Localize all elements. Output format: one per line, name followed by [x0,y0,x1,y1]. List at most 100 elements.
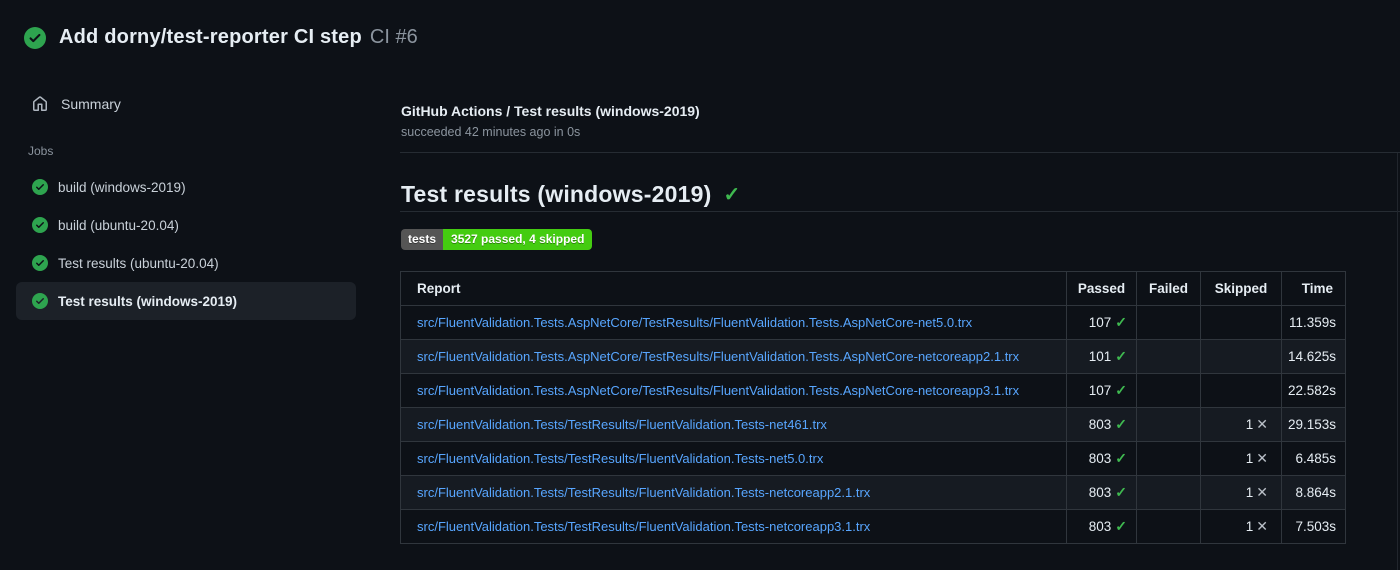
failed-cell [1136,305,1201,340]
report-link[interactable]: src/FluentValidation.Tests/TestResults/F… [417,519,870,534]
tests-badge: tests 3527 passed, 4 skipped [401,229,593,250]
check-run-title: GitHub Actions / Test results (windows-2… [401,103,700,119]
table-header-row: Report Passed Failed Skipped Time [400,271,1346,306]
passed-cell: 803 ✓ [1066,407,1137,442]
cross-icon: ✕ [1256,484,1268,500]
check-icon: ✓ [1115,382,1127,398]
cross-icon: ✕ [1256,416,1268,432]
column-header-skipped: Skipped [1200,271,1282,306]
sidebar-jobs-header: Jobs [28,144,54,158]
time-cell: 29.153s [1281,407,1346,442]
sidebar-job-item[interactable]: Test results (ubuntu-20.04) [16,244,356,282]
report-link[interactable]: src/FluentValidation.Tests.AspNetCore/Te… [417,315,972,330]
cross-icon: ✕ [1256,518,1268,534]
check-icon: ✓ [1115,348,1127,364]
sidebar-job-label: build (windows-2019) [58,179,186,195]
check-icon: ✓ [1115,314,1127,330]
check-circle-icon [32,255,48,271]
check-circle-icon [24,26,46,49]
sidebar-job-label: Test results (ubuntu-20.04) [58,255,219,271]
report-cell: src/FluentValidation.Tests/TestResults/F… [400,441,1067,476]
report-link[interactable]: src/FluentValidation.Tests/TestResults/F… [417,451,823,466]
time-cell: 7.503s [1281,509,1346,544]
column-header-failed: Failed [1136,271,1201,306]
check-icon: ✓ [1115,450,1127,466]
check-icon: ✓ [1115,518,1127,534]
report-link[interactable]: src/FluentValidation.Tests/TestResults/F… [417,485,870,500]
test-results-table: Report Passed Failed Skipped Time src/Fl… [400,271,1346,544]
skipped-cell: 1 ✕ [1200,509,1282,544]
column-header-passed: Passed [1066,271,1137,306]
table-row: src/FluentValidation.Tests/TestResults/F… [400,475,1346,510]
column-header-time: Time [1281,271,1346,306]
sidebar-job-label: build (ubuntu-20.04) [58,217,179,233]
report-cell: src/FluentValidation.Tests.AspNetCore/Te… [400,339,1067,374]
time-cell: 11.359s [1281,305,1346,340]
table-row: src/FluentValidation.Tests.AspNetCore/Te… [400,373,1346,408]
divider [400,152,1400,153]
failed-cell [1136,441,1201,476]
divider [400,211,1400,212]
table-row: src/FluentValidation.Tests/TestResults/F… [400,509,1346,544]
check-icon: ✓ [1115,484,1127,500]
time-cell: 22.582s [1281,373,1346,408]
report-link[interactable]: src/FluentValidation.Tests.AspNetCore/Te… [417,349,1019,364]
report-cell: src/FluentValidation.Tests.AspNetCore/Te… [400,373,1067,408]
table-row: src/FluentValidation.Tests.AspNetCore/Te… [400,339,1346,374]
failed-cell [1136,509,1201,544]
sidebar-item-summary[interactable]: Summary [16,88,356,120]
sidebar-job-item[interactable]: Test results (windows-2019) [16,282,356,320]
scrollbar-track[interactable] [1397,153,1398,570]
skipped-cell [1200,339,1282,374]
check-run-status: succeeded 42 minutes ago in 0s [401,125,581,139]
check-icon: ✓ [723,184,741,206]
home-icon [33,96,47,111]
report-link[interactable]: src/FluentValidation.Tests.AspNetCore/Te… [417,383,1019,398]
check-circle-icon [32,217,48,233]
passed-cell: 803 ✓ [1066,441,1137,476]
passed-cell: 101 ✓ [1066,339,1137,374]
failed-cell [1136,373,1201,408]
column-header-report: Report [400,271,1067,306]
report-cell: src/FluentValidation.Tests/TestResults/F… [400,407,1067,442]
section-heading: Test results (windows-2019) ✓ [401,181,740,208]
sidebar-job-item[interactable]: build (windows-2019) [16,168,356,206]
skipped-cell: 1 ✕ [1200,441,1282,476]
passed-cell: 803 ✓ [1066,475,1137,510]
passed-cell: 107 ✓ [1066,373,1137,408]
report-cell: src/FluentValidation.Tests/TestResults/F… [400,475,1067,510]
run-header: Add dorny/test-reporter CI step CI #6 [24,26,418,49]
passed-cell: 803 ✓ [1066,509,1137,544]
section-title: Test results (windows-2019) [401,181,712,207]
time-cell: 14.625s [1281,339,1346,374]
cross-icon: ✕ [1256,450,1268,466]
time-cell: 8.864s [1281,475,1346,510]
failed-cell [1136,475,1201,510]
badge-label: tests [401,229,444,250]
skipped-cell [1200,373,1282,408]
passed-cell: 107 ✓ [1066,305,1137,340]
table-row: src/FluentValidation.Tests/TestResults/F… [400,407,1346,442]
report-cell: src/FluentValidation.Tests/TestResults/F… [400,509,1067,544]
time-cell: 6.485s [1281,441,1346,476]
skipped-cell [1200,305,1282,340]
skipped-cell: 1 ✕ [1200,475,1282,510]
run-title: Add dorny/test-reporter CI step [59,26,362,48]
check-icon: ✓ [1115,416,1127,432]
workflow-run-page: { "header": { "title": "Add dorny/test-r… [0,0,1400,570]
badge-value: 3527 passed, 4 skipped [443,229,593,250]
report-cell: src/FluentValidation.Tests.AspNetCore/Te… [400,305,1067,340]
run-number: CI #6 [369,26,418,48]
sidebar-job-item[interactable]: build (ubuntu-20.04) [16,206,356,244]
skipped-cell: 1 ✕ [1200,407,1282,442]
report-link[interactable]: src/FluentValidation.Tests/TestResults/F… [417,417,827,432]
table-row: src/FluentValidation.Tests/TestResults/F… [400,441,1346,476]
check-circle-icon [32,179,48,195]
table-row: src/FluentValidation.Tests.AspNetCore/Te… [400,305,1346,340]
failed-cell [1136,339,1201,374]
failed-cell [1136,407,1201,442]
sidebar-summary-label: Summary [61,96,121,112]
sidebar: Summary Jobs build (windows-2019) build … [16,88,356,320]
sidebar-job-label: Test results (windows-2019) [58,293,238,309]
check-circle-icon [32,293,48,309]
